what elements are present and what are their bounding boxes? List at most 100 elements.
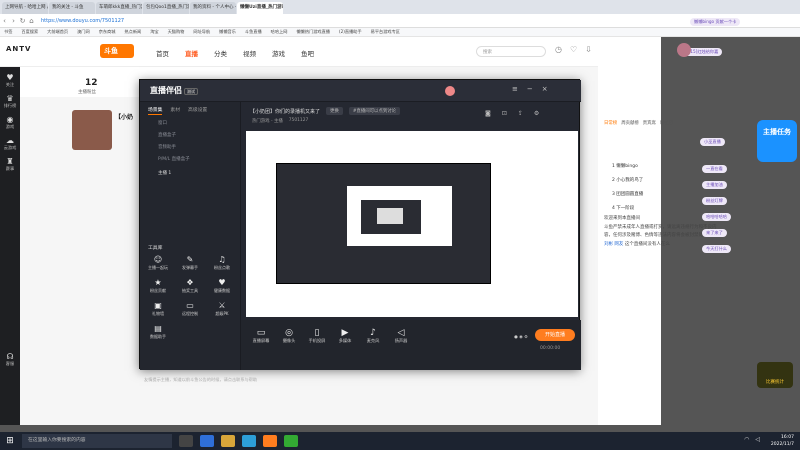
camera-icon[interactable]: ◙ bbox=[485, 110, 491, 117]
clock[interactable]: 16:07 2022/11/7 bbox=[771, 434, 794, 448]
speaker-button[interactable]: ◁ 扬声器 bbox=[389, 328, 413, 344]
sidebar-item-service[interactable]: ☊ 客服 bbox=[0, 352, 20, 367]
close-icon[interactable]: × bbox=[542, 85, 548, 93]
tool-song[interactable]: ♫ 粉丝点歌 bbox=[206, 255, 238, 271]
match-stats-badge[interactable]: 比赛统计 bbox=[757, 362, 793, 388]
sidebar-item-follow[interactable]: ♥ 关注 bbox=[0, 73, 20, 88]
tab-weekly-rank[interactable]: 周贡献榜 bbox=[621, 120, 639, 132]
tool-gift-wall[interactable]: ▣ 礼物墙 bbox=[142, 301, 174, 317]
tool-data[interactable]: ▤ 数据助手 bbox=[142, 324, 174, 340]
volume-icon[interactable]: ◁ bbox=[755, 436, 760, 443]
capture-screen-button[interactable]: ▭ 直播屏幕 bbox=[249, 328, 273, 344]
scene-item[interactable]: 直播盒子 bbox=[146, 131, 236, 140]
bookmark[interactable]: 京东商城 bbox=[99, 29, 116, 35]
microphone-button[interactable]: ♪ 麦克风 bbox=[361, 328, 385, 344]
bookmark[interactable]: 热点新闻 bbox=[124, 29, 141, 35]
bookmark[interactable]: 懒懒音乐 bbox=[219, 29, 236, 35]
bookmark[interactable]: 懒懒热门游戏直播 bbox=[296, 29, 330, 35]
task-view-icon[interactable] bbox=[179, 435, 193, 447]
browser-tab[interactable]: 我的资料 - 个人中心 - 斗鱼 bbox=[190, 2, 236, 14]
back-icon[interactable]: ‹ bbox=[0, 17, 9, 25]
bookmark[interactable]: 天猫购物 bbox=[168, 29, 185, 35]
eye-icon[interactable]: ◉ bbox=[519, 334, 523, 339]
reload-icon[interactable]: ↻ bbox=[18, 17, 27, 25]
scene-item[interactable]: 音频助手 bbox=[146, 143, 236, 152]
nav-live[interactable]: 直播 bbox=[185, 48, 198, 58]
taskbar-search[interactable]: 在这里输入你要搜索的内容 bbox=[22, 434, 172, 448]
room-tag-chip[interactable]: #直播间可以点到讨论 bbox=[348, 107, 401, 115]
tab-vip[interactable]: 贵宾席 bbox=[643, 120, 656, 132]
scene-item[interactable]: P/M/L 直播盒子 bbox=[146, 155, 236, 164]
nav-yuba[interactable]: 鱼吧 bbox=[301, 48, 314, 58]
tab-scenes[interactable]: 场景集 bbox=[148, 106, 163, 115]
multimedia-button[interactable]: ▶ 多媒体 bbox=[333, 328, 357, 344]
bookmark[interactable]: 网址导航 bbox=[193, 29, 210, 35]
browser-tab-active[interactable]: 懒懒Uzi直播_热门游戏直播_斗鱼直播 bbox=[237, 2, 283, 14]
bookmark[interactable]: (2)直播助手 bbox=[339, 29, 362, 35]
tool-pk[interactable]: ⚔ 超级PK bbox=[206, 301, 238, 317]
menu-icon[interactable]: ≡ bbox=[512, 85, 518, 93]
live-preview[interactable] bbox=[246, 131, 578, 317]
phone-cast-button[interactable]: ▯ 手机投屏 bbox=[305, 328, 329, 344]
tab-advanced[interactable]: 高级设置 bbox=[188, 106, 207, 115]
rank-item[interactable]: 4 下一阶段 bbox=[612, 202, 643, 216]
edge-icon[interactable] bbox=[200, 435, 214, 447]
settings-icon[interactable]: ⚙ bbox=[534, 110, 539, 117]
history-icon[interactable]: ◷ bbox=[555, 45, 562, 54]
tool-health[interactable]: ♥ 健康数据 bbox=[206, 278, 238, 294]
tool-lottery[interactable]: ❖ 抽奖工具 bbox=[174, 278, 206, 294]
anchor-avatar[interactable] bbox=[72, 110, 112, 150]
gear-icon[interactable]: ⚙ bbox=[524, 334, 528, 339]
nav-video[interactable]: 视频 bbox=[243, 48, 256, 58]
tab-daily-rank[interactable]: 日常榜 bbox=[604, 120, 617, 132]
chat-username[interactable]: 刘彬 网友 bbox=[604, 242, 623, 247]
rank-item[interactable]: 2 小心我的鸟了 bbox=[612, 174, 643, 188]
forward-icon[interactable]: › bbox=[9, 17, 18, 25]
bookmark[interactable]: 斗鱼直播 bbox=[245, 29, 262, 35]
tool-play-together[interactable]: ☺ 主播一起玩 bbox=[142, 255, 174, 271]
record-icon[interactable]: ● bbox=[514, 334, 518, 339]
bookmark[interactable]: 易平台游戏专区 bbox=[371, 29, 400, 35]
tool-fans[interactable]: ★ 粉丝贡献 bbox=[142, 278, 174, 294]
url-field[interactable]: https://www.douyu.com/7501127 bbox=[41, 18, 124, 24]
browser-tab[interactable]: 包包Qoo1直播_热门游戏直播_斗鱼 bbox=[143, 2, 189, 14]
bookmark[interactable]: 哈哈上网 bbox=[271, 29, 288, 35]
rank-item[interactable]: 3 团团圆圆直播 bbox=[612, 188, 643, 202]
search-input[interactable]: 搜索 bbox=[476, 46, 546, 57]
bookmark[interactable]: 澳门网 bbox=[77, 29, 90, 35]
viewer-avatar[interactable] bbox=[677, 43, 691, 57]
follow-icon[interactable]: ♡ bbox=[570, 45, 577, 54]
change-title-button[interactable]: 更换 bbox=[326, 107, 343, 115]
browser-tab[interactable]: 上网导航 - 哈哈上网 从这里开始 bbox=[2, 2, 48, 14]
tool-remote[interactable]: ▭ 远程控制 bbox=[174, 301, 206, 317]
bookmark[interactable]: 大前端首页 bbox=[47, 29, 68, 35]
douyu-logo[interactable]: 斗鱼 bbox=[100, 44, 134, 58]
tool-danmaku[interactable]: ✎ 发弹幕手 bbox=[174, 255, 206, 271]
sidebar-item-rank[interactable]: ♛ 排行榜 bbox=[0, 94, 20, 109]
bookmark[interactable]: 百度搜索 bbox=[21, 29, 38, 35]
home-icon[interactable]: ⌂ bbox=[27, 17, 36, 25]
start-live-button[interactable]: 开始直播 bbox=[535, 329, 575, 341]
windows-start-icon[interactable]: ⊞ bbox=[0, 436, 20, 446]
anchor-task-banner[interactable]: 主播任务 bbox=[757, 120, 797, 162]
sidebar-item-game[interactable]: ◉ 游戏 bbox=[0, 115, 20, 130]
tab-assets[interactable]: 素材 bbox=[170, 106, 180, 115]
live-companion-app-icon[interactable] bbox=[263, 435, 277, 447]
bookmark[interactable]: 书签 bbox=[4, 29, 12, 35]
nav-category[interactable]: 分类 bbox=[214, 48, 227, 58]
rank-item[interactable]: 1 懒懒bingo bbox=[612, 160, 643, 174]
browser-app-icon[interactable] bbox=[242, 435, 256, 447]
scene-item[interactable]: 窗口 bbox=[146, 119, 236, 128]
site-logo[interactable]: ANTV bbox=[6, 45, 31, 53]
browser-tab[interactable]: 我的关注 - 斗鱼 bbox=[49, 2, 95, 14]
sidebar-item-cloud-game[interactable]: ☁ 云游戏 bbox=[0, 136, 20, 151]
user-avatar[interactable] bbox=[445, 86, 455, 96]
camera-button[interactable]: ◎ 摄像头 bbox=[277, 328, 301, 344]
network-icon[interactable]: ◠ bbox=[744, 436, 749, 443]
nav-home[interactable]: 首页 bbox=[156, 48, 169, 58]
sidebar-item-esports[interactable]: ♜ 赛事 bbox=[0, 157, 20, 172]
share-icon[interactable]: ⇪ bbox=[518, 110, 523, 117]
browser-tab[interactable]: 车萌郎kkk直播_热门游戏直播_斗鱼 bbox=[96, 2, 142, 14]
folder-icon[interactable] bbox=[221, 435, 235, 447]
room-category[interactable]: 热门游戏 - 主播 bbox=[252, 118, 283, 124]
